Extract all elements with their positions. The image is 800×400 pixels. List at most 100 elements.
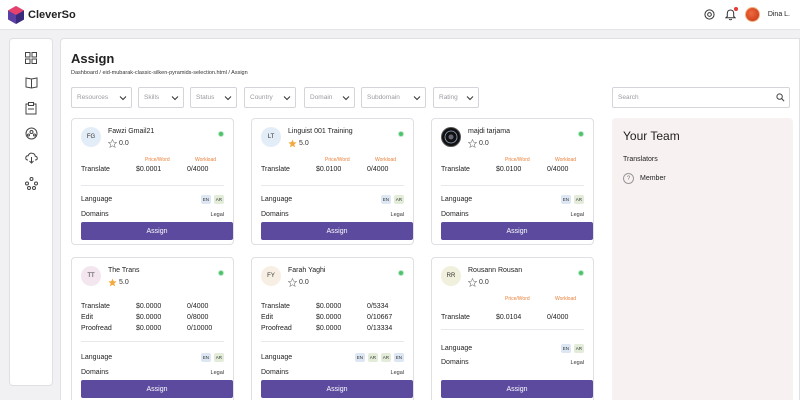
price-word-header: Price/Word [505,157,530,163]
service-label: Proofread [81,325,112,332]
price-value: $0.0000 [136,314,162,321]
avatar[interactable]: TT [81,266,101,286]
workload-value: 0/5334 [367,303,389,310]
translator-card: TT The Trans 5.0 Translate $0.0000 0/4000 Edit… [71,257,234,400]
service-label: Translate [441,314,470,321]
rating: 5.0 [108,278,129,287]
service-label: Translate [81,303,110,310]
divider [81,185,224,186]
resources-filter[interactable]: Resources [71,87,132,108]
language-tag: EN [560,195,571,204]
app-logo[interactable]: CleverSo [8,6,76,24]
language-tag: EN [380,195,391,204]
translator-name[interactable]: Rousann Rousan [468,267,522,274]
translator-card: FG Fawzi Gmail21 0.0 Price/Word Workload Tran… [71,118,234,245]
workload-value: 0/4000 [547,314,569,321]
price-word-header: Price/Word [505,296,530,302]
divider [441,185,584,186]
rating-value: 5.0 [299,140,309,147]
top-bar: CleverSo Dina L. [0,0,800,30]
divider [261,341,404,342]
rating-value: 0.0 [479,140,489,147]
chevron-down-icon [119,96,127,101]
rating-filter[interactable]: Rating [433,87,479,108]
language-label: Language [441,196,473,203]
subdomain-filter-label: Subdomain [367,94,400,101]
language-tag: EN [560,344,571,353]
book-icon[interactable] [24,76,38,90]
assign-button[interactable]: Assign [81,380,233,398]
price-value: $0.0000 [136,325,162,332]
chevron-down-icon [171,96,179,101]
status-filter[interactable]: Status [190,87,237,108]
team-subtitle: Translators [623,156,658,163]
domain-value: Legal [390,212,404,218]
translator-name[interactable]: majdi tarjama [468,128,510,135]
status-filter-label: Status [196,94,215,101]
rating-value: 5.0 [119,279,129,286]
domain-value: Legal [570,212,584,218]
search-input[interactable]: Search [612,87,790,108]
divider [261,185,404,186]
network-icon[interactable] [24,176,38,190]
avatar[interactable]: FY [261,266,281,286]
assign-button[interactable]: Assign [261,380,413,398]
breadcrumb[interactable]: Dashboard / eid-mubarak-classic-silken-p… [71,70,248,76]
cloud-download-icon[interactable] [24,151,38,165]
avatar[interactable] [441,127,461,147]
avatar[interactable]: FG [81,127,101,147]
rating-value: 0.0 [479,279,489,286]
language-tag: AR [573,344,584,353]
skills-filter[interactable]: Skills [138,87,184,108]
service-label: Proofread [261,325,292,332]
assign-button[interactable]: Assign [81,222,233,240]
assign-button[interactable]: Assign [441,222,593,240]
language-tag: EN [200,353,211,362]
user-name[interactable]: Dina L. [768,11,790,18]
search-icon[interactable] [776,93,785,102]
chevron-down-icon [283,96,291,101]
language-tag: AR [393,195,404,204]
rating-filter-label: Rating [439,94,458,101]
clipboard-icon[interactable] [24,101,38,115]
domain-filter[interactable]: Domain [304,87,355,108]
workload-value: 0/13334 [367,325,393,332]
assign-button[interactable]: Assign [261,222,413,240]
notification-bell-icon[interactable] [724,7,738,21]
user-avatar[interactable] [744,7,760,22]
team-member-item[interactable]: ? Member [623,173,666,184]
team-title: Your Team [623,129,680,143]
translator-name[interactable]: The Trans [108,267,140,274]
main-panel: Assign Dashboard / eid-mubarak-classic-s… [60,38,800,400]
translator-name[interactable]: Farah Yaghi [288,267,326,274]
translator-card: RR Rousann Rousan 0.0 Price/Word Workload Tra… [431,257,594,400]
domains-label: Domains [441,359,469,366]
notification-dot [733,7,738,11]
translator-name[interactable]: Fawzi Gmail21 [108,128,154,135]
team-group-icon[interactable] [24,126,38,140]
price-word-header: Price/Word [145,157,170,163]
at-sign-icon[interactable] [703,8,716,21]
language-label: Language [81,354,113,361]
help-circle-icon: ? [623,173,634,184]
dashboard-grid-icon[interactable] [24,51,38,65]
translator-name[interactable]: Linguist 001 Training [288,128,353,135]
translator-card: LT Linguist 001 Training 5.0 Price/Word Work… [251,118,414,245]
your-team-panel: Your Team Translators ? Member [612,118,793,400]
avatar[interactable]: RR [441,266,461,286]
price-value: $0.0000 [136,303,162,310]
subdomain-filter[interactable]: Subdomain [361,87,426,108]
online-status-dot [578,270,584,276]
language-tag: AR [380,353,391,362]
country-filter[interactable]: Country [244,87,296,108]
translator-card: majdi tarjama 0.0 Price/Word Workload Transl… [431,118,594,245]
domain-value: Legal [570,360,584,366]
service-label: Edit [261,314,274,321]
workload-value: 0/4000 [187,166,209,173]
star-filled-icon [108,278,117,287]
avatar[interactable]: LT [261,127,281,147]
price-value: $0.0100 [316,166,342,173]
price-value: $0.0000 [316,325,342,332]
workload-value: 0/8000 [187,314,209,321]
assign-button[interactable]: Assign [441,380,593,398]
